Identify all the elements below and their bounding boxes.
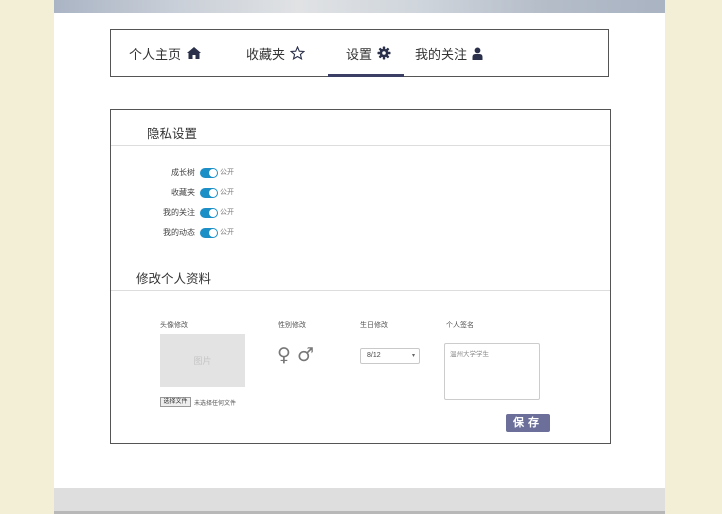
avatar-preview: 图片 bbox=[160, 334, 245, 387]
privacy-row-label: 成长树 bbox=[171, 168, 195, 177]
chevron-down-icon: ▾ bbox=[411, 353, 415, 359]
birthday-select[interactable]: 8/12 ▾ bbox=[360, 348, 420, 364]
tab-settings[interactable]: 设置 bbox=[328, 30, 404, 77]
privacy-toggle[interactable] bbox=[200, 228, 218, 238]
file-status-text: 未选择任何文件 bbox=[194, 401, 237, 407]
female-icon[interactable]: ♀ bbox=[277, 346, 291, 365]
page-footer bbox=[54, 488, 665, 514]
privacy-status: 公开 bbox=[220, 169, 234, 176]
privacy-status: 公开 bbox=[220, 189, 234, 196]
male-icon[interactable]: ♂ bbox=[297, 346, 314, 365]
gender-label: 性别修改 bbox=[278, 322, 306, 329]
privacy-row-label: 我的关注 bbox=[163, 208, 195, 217]
avatar-label: 头像修改 bbox=[160, 322, 188, 329]
choose-file-button[interactable]: 选择文件 bbox=[160, 397, 191, 407]
home-icon bbox=[186, 46, 202, 60]
privacy-row-following: 我的关注 公开 bbox=[111, 206, 311, 220]
tab-favorites[interactable]: 收藏夹 bbox=[246, 30, 306, 76]
header-banner-image bbox=[54, 0, 665, 13]
privacy-row-growth-tree: 成长树 公开 bbox=[111, 166, 311, 180]
privacy-row-label: 我的动态 bbox=[163, 228, 195, 237]
privacy-status: 公开 bbox=[220, 229, 234, 236]
profile-nav: 个人主页 收藏夹 设置 我的关注 bbox=[110, 29, 609, 77]
privacy-status: 公开 bbox=[220, 209, 234, 216]
signature-input[interactable]: 温州大学学生 bbox=[444, 343, 540, 400]
settings-panel: 隐私设置 成长树 公开 收藏夹 公开 我的关注 公开 我的动态 公开 修改个人资… bbox=[110, 109, 611, 444]
privacy-row-favorites: 收藏夹 公开 bbox=[111, 186, 311, 200]
tab-settings-label: 设置 bbox=[346, 46, 373, 62]
user-icon bbox=[472, 47, 483, 60]
privacy-row-label: 收藏夹 bbox=[171, 188, 195, 197]
avatar-placeholder-text: 图片 bbox=[193, 356, 212, 366]
privacy-toggle[interactable] bbox=[200, 168, 218, 178]
page-container: 个人主页 收藏夹 设置 我的关注 隐私设置 成长树 公开 收藏夹 公开 我的关注… bbox=[54, 0, 665, 514]
divider bbox=[111, 290, 610, 291]
tab-following[interactable]: 我的关注 bbox=[415, 30, 483, 76]
birthday-label: 生日修改 bbox=[360, 322, 388, 329]
tab-home-label: 个人主页 bbox=[129, 46, 182, 62]
edit-profile-title: 修改个人资料 bbox=[136, 272, 212, 286]
gear-icon bbox=[377, 46, 391, 60]
tab-following-label: 我的关注 bbox=[415, 46, 468, 62]
save-button[interactable]: 保存 bbox=[506, 414, 550, 432]
privacy-toggle[interactable] bbox=[200, 188, 218, 198]
signature-label: 个人签名 bbox=[446, 322, 474, 329]
divider bbox=[111, 145, 610, 146]
birthday-value: 8/12 bbox=[367, 352, 381, 359]
tab-favorites-label: 收藏夹 bbox=[246, 46, 286, 62]
star-outline-icon bbox=[290, 46, 306, 60]
tab-home[interactable]: 个人主页 bbox=[129, 30, 202, 76]
privacy-settings-title: 隐私设置 bbox=[147, 127, 198, 141]
privacy-row-activity: 我的动态 公开 bbox=[111, 226, 311, 240]
privacy-toggle[interactable] bbox=[200, 208, 218, 218]
